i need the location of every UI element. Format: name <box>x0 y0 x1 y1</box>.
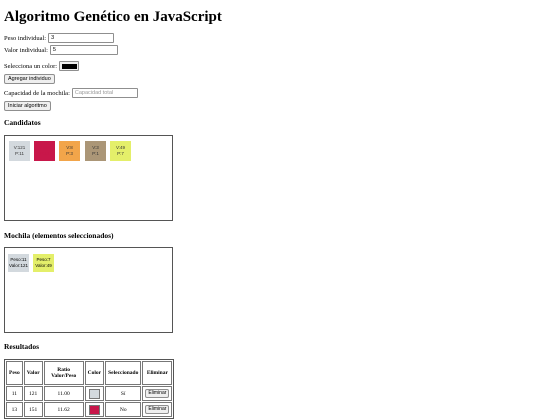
candidate-card[interactable]: V:8 P:3 <box>59 141 80 161</box>
color-label: Selecciona un color: <box>4 62 58 70</box>
candidate-weight: P:7 <box>117 151 124 156</box>
color-swatch <box>88 388 100 399</box>
delete-button[interactable]: Eliminar <box>145 389 170 398</box>
column-header-weight: Peso <box>6 361 23 385</box>
color-picker-swatch <box>61 63 77 69</box>
cell-color <box>84 402 105 417</box>
results-table: Peso Valor Ratio Valor/Peso Color Selecc… <box>4 359 175 419</box>
add-individual-button[interactable]: Agregar individuo <box>4 74 55 84</box>
candidate-weight: P:11 <box>15 151 24 156</box>
cell-ratio: 11.62 <box>43 402 84 417</box>
candidates-panel: V:121 P:11 V:151 P:13 V:8 P:3 V:3 P:1 V:… <box>4 135 173 221</box>
column-header-delete: Eliminar <box>142 361 173 385</box>
color-picker[interactable] <box>59 61 80 71</box>
cell-delete: Eliminar <box>142 402 173 417</box>
cell-weight: 13 <box>6 402 23 417</box>
color-row: Selecciona un color: <box>4 61 80 71</box>
candidates-heading: Candidatos <box>4 118 41 127</box>
cell-color <box>84 386 105 401</box>
results-heading: Resultados <box>4 342 40 351</box>
capacity-label: Capacidad de la mochila: <box>4 89 70 97</box>
page-title: Algoritmo Genético en JavaScript <box>4 9 222 25</box>
weight-input[interactable]: 3 <box>48 33 115 43</box>
value-row: Valor individual: 5 <box>4 45 118 55</box>
capacity-input[interactable]: Capacidad total <box>71 88 138 98</box>
candidate-weight: P:3 <box>66 151 73 156</box>
backpack-item: Peso:11 Valor:121 <box>8 254 29 272</box>
column-header-color: Color <box>84 361 105 385</box>
table-row: 13 151 11.62 No Eliminar <box>6 402 173 417</box>
delete-button[interactable]: Eliminar <box>145 405 170 414</box>
candidate-weight: P:13 <box>39 151 50 156</box>
results-header-row: Peso Valor Ratio Valor/Peso Color Selecc… <box>6 361 173 385</box>
backpack-item-value: Valor:121 <box>9 263 28 268</box>
backpack-item: Peso:7 Valor:49 <box>33 254 54 272</box>
candidate-card[interactable]: V:3 P:1 <box>85 141 106 161</box>
backpack-item-value: Valor:49 <box>35 263 52 268</box>
cell-selected: Sí <box>105 386 142 401</box>
cell-ratio: 11.00 <box>43 386 84 401</box>
start-algorithm-button[interactable]: Iniciar algoritmo <box>4 101 51 111</box>
candidate-card[interactable]: V:49 P:7 <box>110 141 131 161</box>
value-label: Valor individual: <box>4 46 48 54</box>
column-header-selected: Seleccionado <box>105 361 142 385</box>
cell-weight: 11 <box>6 386 23 401</box>
column-header-ratio: Ratio Valor/Peso <box>43 361 84 385</box>
weight-row: Peso individual: 3 <box>4 33 115 43</box>
cell-delete: Eliminar <box>142 386 173 401</box>
value-input[interactable]: 5 <box>49 45 118 55</box>
table-row: 11 121 11.00 Sí Eliminar <box>6 386 173 401</box>
candidate-card[interactable]: V:121 P:11 <box>9 141 30 161</box>
cell-value: 151 <box>23 402 43 417</box>
color-swatch <box>88 404 100 415</box>
column-header-value: Valor <box>23 361 43 385</box>
candidate-weight: P:1 <box>92 151 99 156</box>
candidate-card[interactable]: V:151 P:13 <box>34 141 55 161</box>
backpack-heading: Mochila (elementos seleccionados) <box>4 231 114 240</box>
backpack-panel: Peso:11 Valor:121 Peso:7 Valor:49 <box>4 247 173 333</box>
cell-selected: No <box>105 402 142 417</box>
weight-label: Peso individual: <box>4 34 47 42</box>
cell-value: 121 <box>23 386 43 401</box>
capacity-row: Capacidad de la mochila: Capacidad total <box>4 88 138 98</box>
